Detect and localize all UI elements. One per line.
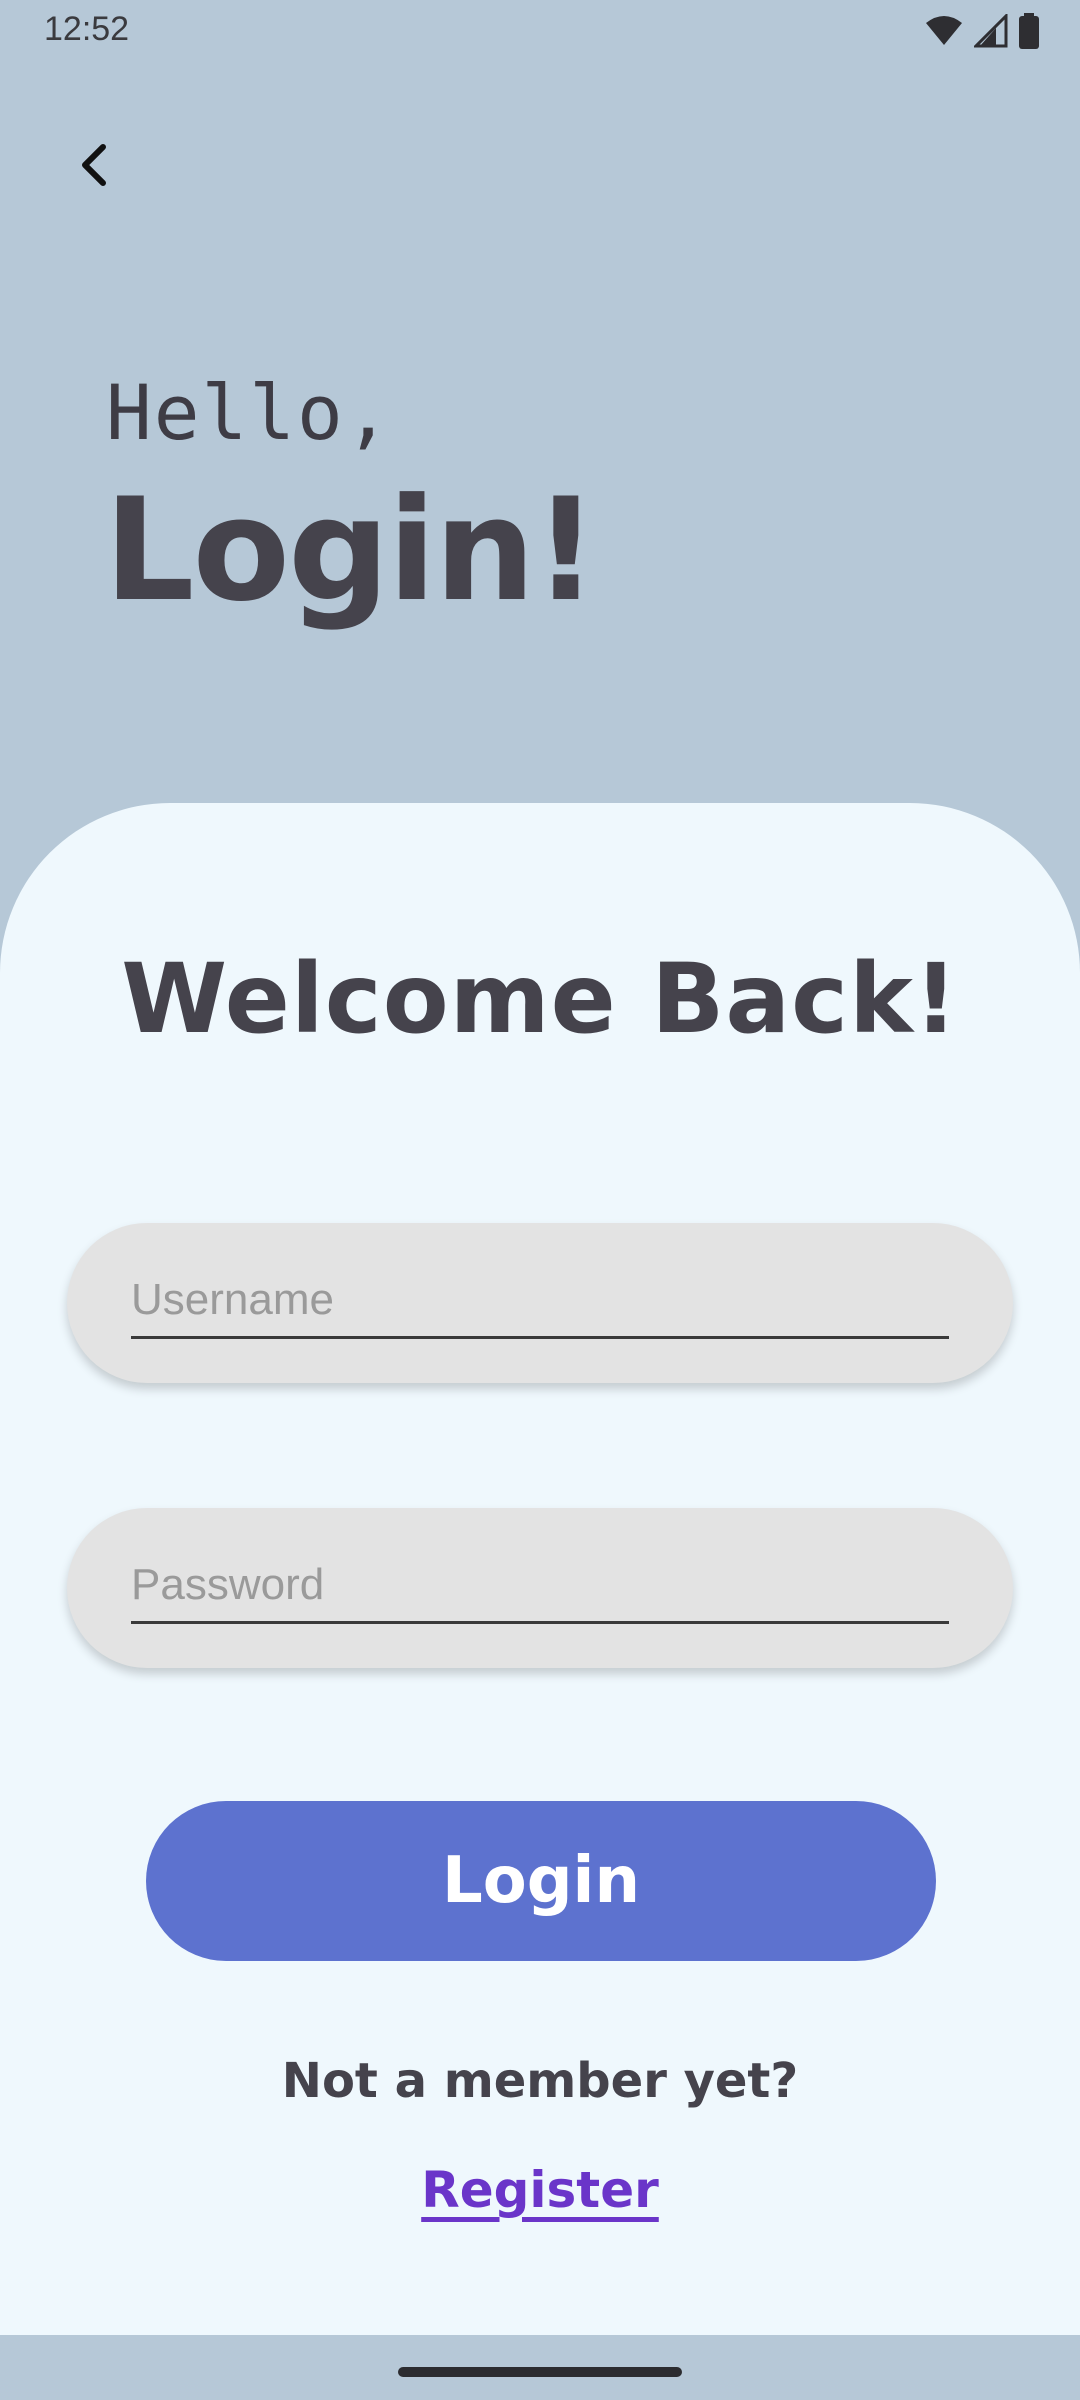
home-indicator[interactable] xyxy=(398,2367,682,2377)
status-time: 12:52 xyxy=(44,10,130,48)
navigation-bar xyxy=(0,2335,1080,2400)
username-input[interactable] xyxy=(131,1263,949,1339)
status-bar: 12:52 xyxy=(0,0,1080,62)
not-member-prompt: Not a member yet? xyxy=(281,2053,799,2109)
login-card: Welcome Back! Login Not a member yet? Re… xyxy=(0,803,1080,2335)
welcome-heading: Welcome Back! xyxy=(121,943,959,1055)
wifi-icon xyxy=(926,16,962,45)
login-screen: 12:52 Hello, Login! Welcome Back! Userna… xyxy=(0,0,1080,2400)
battery-icon xyxy=(1019,13,1039,49)
status-icons xyxy=(924,12,1040,50)
register-link[interactable]: Register xyxy=(421,2161,659,2219)
username-field-container xyxy=(67,1223,1013,1383)
back-button[interactable] xyxy=(60,130,130,200)
password-input[interactable] xyxy=(131,1548,949,1624)
page-title: Login! xyxy=(104,468,598,633)
login-button[interactable]: Login xyxy=(146,1801,936,1961)
greeting-text: Hello, xyxy=(106,368,393,457)
register-link-container: Register xyxy=(0,2161,1080,2219)
password-field-container xyxy=(67,1508,1013,1668)
cell-signal-icon xyxy=(974,14,1008,48)
chevron-left-icon xyxy=(82,144,106,186)
